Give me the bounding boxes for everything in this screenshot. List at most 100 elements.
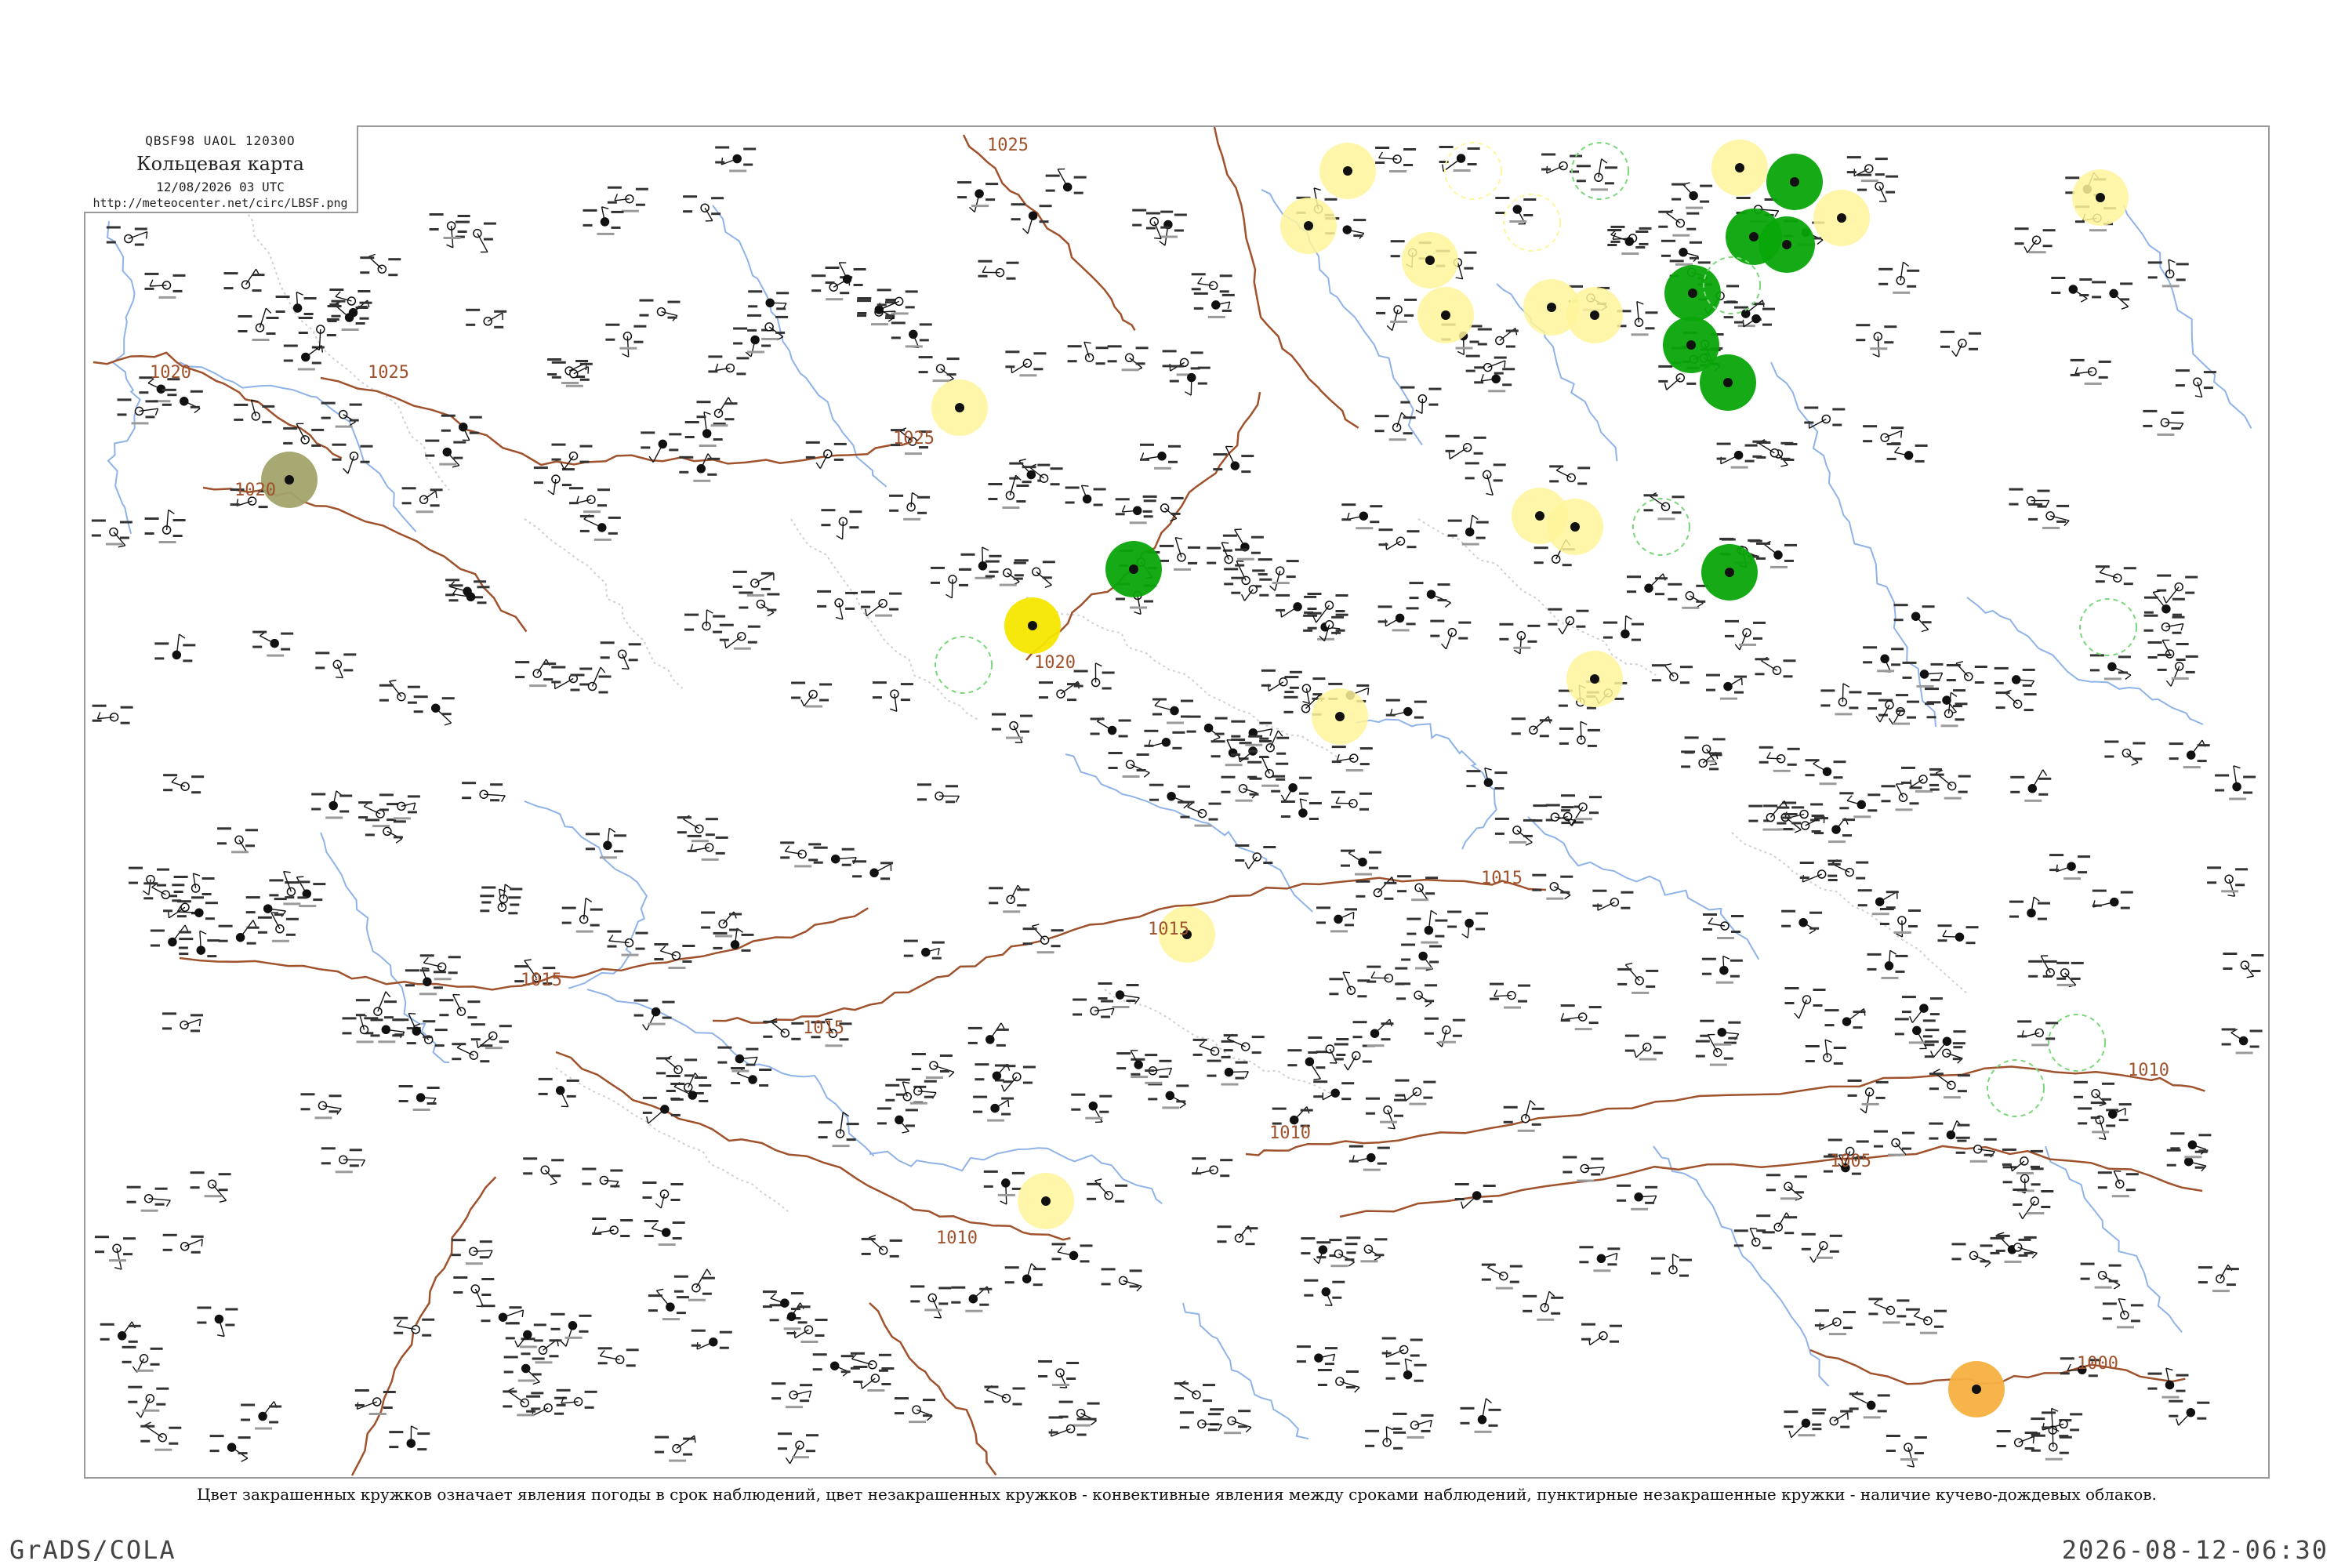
station-plot xyxy=(1499,622,1541,655)
station-plot xyxy=(1878,261,1920,294)
station-plot xyxy=(533,466,575,495)
station-plot xyxy=(791,681,833,708)
isobar-label: 1020 xyxy=(234,481,276,500)
station-plot xyxy=(117,398,159,425)
station-plot xyxy=(1503,1100,1544,1132)
station-plot xyxy=(154,633,196,662)
station-plot xyxy=(1902,661,1944,688)
station-plot xyxy=(1651,663,1693,684)
map-url[interactable]: http://meteocenter.net/circ/LBSF.png xyxy=(84,196,357,210)
station-plot xyxy=(315,652,357,679)
station-plot xyxy=(967,1022,1009,1047)
river-line xyxy=(869,1147,1163,1204)
station-plot xyxy=(332,443,373,474)
station-plot xyxy=(106,226,148,246)
station-plot xyxy=(1490,982,1530,1009)
station-plot xyxy=(1867,692,1908,723)
station-plot xyxy=(1643,492,1685,521)
station-plot xyxy=(523,1157,564,1185)
station-plot xyxy=(1905,1308,1947,1334)
station-plot xyxy=(1313,1080,1355,1101)
isobar-label: 1015 xyxy=(521,971,562,990)
station-plot xyxy=(1396,982,1438,1007)
station-plot xyxy=(1495,197,1537,225)
station-plot xyxy=(1581,1323,1622,1346)
isobar-line xyxy=(869,1302,997,1476)
station-plot xyxy=(128,1385,169,1418)
station-plot xyxy=(551,443,593,470)
station-plot xyxy=(448,584,490,604)
isobar-label: 1010 xyxy=(936,1229,978,1248)
country-border xyxy=(1731,832,1967,994)
station-plot xyxy=(1734,306,1775,328)
station-plot xyxy=(1627,573,1668,596)
station-plot xyxy=(358,801,400,828)
isobar-label: 1000 xyxy=(2077,1354,2118,1374)
station-plot xyxy=(821,509,862,540)
station-plot xyxy=(150,924,191,949)
station-plot xyxy=(1466,768,1508,790)
station-plot xyxy=(1725,619,1766,651)
station-plot xyxy=(364,1017,405,1044)
station-plot xyxy=(2170,1132,2212,1159)
station-plot xyxy=(817,590,858,620)
station-plot xyxy=(1886,442,1928,463)
station-plot xyxy=(1781,909,1823,935)
station-plot xyxy=(1065,485,1106,506)
station-plot xyxy=(918,356,960,383)
station-plot xyxy=(771,1382,813,1409)
station-plot xyxy=(1108,752,1150,778)
station-plot xyxy=(1733,1227,1775,1250)
station-plot xyxy=(988,474,1029,509)
isobar-line xyxy=(555,1051,1071,1241)
station-plot xyxy=(1951,1243,1993,1268)
isobar-label: 1020 xyxy=(1034,653,1076,673)
station-plot xyxy=(1406,909,1448,944)
station-plot xyxy=(1874,1130,1915,1156)
station-plot xyxy=(911,1053,955,1079)
station-circle-icon xyxy=(1723,378,1733,387)
station-plot xyxy=(1439,146,1480,172)
station-circle-icon xyxy=(1590,674,1599,684)
station-plot xyxy=(2147,639,2189,661)
station-plot xyxy=(1352,1018,1394,1047)
station-plot xyxy=(1045,168,1087,194)
station-plot xyxy=(401,487,443,514)
station-plot xyxy=(2095,565,2136,586)
station-plot xyxy=(1946,661,1987,684)
station-plot xyxy=(903,939,945,960)
station-plot xyxy=(1879,908,1921,938)
station-plot xyxy=(466,308,507,328)
isobar-label: 1010 xyxy=(2128,1061,2169,1080)
station-plot xyxy=(677,815,718,843)
footer-timestamp: 2026-08-12-06:30 xyxy=(2061,1535,2328,1565)
station-plot xyxy=(439,993,481,1019)
station-plot xyxy=(1366,1097,1406,1130)
station-plot xyxy=(405,967,446,996)
station-plot xyxy=(1022,924,1064,954)
isobar-label: 1010 xyxy=(1269,1123,1311,1143)
station-plot xyxy=(2166,1149,2208,1172)
station-plot xyxy=(1548,608,1589,635)
station-plot xyxy=(1820,683,1862,716)
station-plot xyxy=(889,492,931,521)
station-plot xyxy=(1994,666,2035,688)
station-plot xyxy=(538,1077,579,1108)
station-plot xyxy=(1144,729,1185,750)
station-plot xyxy=(452,1043,493,1063)
station-plot xyxy=(1217,1225,1258,1246)
station-plot xyxy=(696,397,738,427)
station-plot xyxy=(1247,757,1289,787)
station-plot xyxy=(1511,716,1552,738)
station-plot xyxy=(1160,537,1200,571)
station-plot xyxy=(642,1096,684,1124)
station-plot xyxy=(1812,1408,1853,1428)
station-plot xyxy=(223,268,265,292)
station-plot xyxy=(413,695,455,726)
station-plot xyxy=(2070,358,2111,385)
station-plot xyxy=(1192,1157,1233,1178)
station-plot xyxy=(985,560,1026,586)
station-plot xyxy=(917,783,960,804)
station-plot xyxy=(812,1353,854,1377)
station-plot xyxy=(1857,173,1899,202)
